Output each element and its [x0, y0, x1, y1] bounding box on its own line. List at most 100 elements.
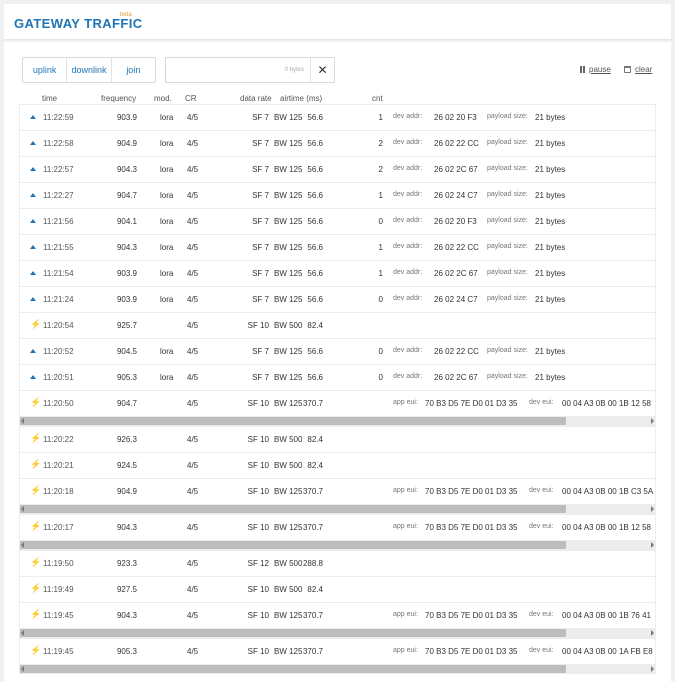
airtime-cell: 82.4 — [307, 321, 323, 330]
spreading-factor-cell: SF 10 — [247, 321, 269, 330]
lightning-bolt-icon: ⚡ — [30, 645, 42, 655]
traffic-row-uplink[interactable]: 11:22:59 903.9 lora 4/5 SF 7 BW 125 56.6 1 dev a… — [19, 104, 656, 130]
scrollbar-thumb[interactable] — [20, 665, 566, 673]
traffic-row-uplink[interactable]: 11:20:51 905.3 lora 4/5 SF 7 BW 125 56.6 0 dev a… — [19, 364, 656, 390]
airtime-cell: 370.7 — [302, 647, 323, 656]
dev-eui-value: 00 04 A3 0B 00 1B 12 58 — [562, 523, 651, 532]
scroll-right-icon[interactable] — [651, 506, 654, 512]
airtime-cell: 56.6 — [307, 295, 323, 304]
frequency-cell: 903.9 — [116, 295, 137, 304]
traffic-row-uplink[interactable]: 11:21:56 904.1 lora 4/5 SF 7 BW 125 56.6 0 dev a… — [19, 208, 656, 234]
scroll-right-icon[interactable] — [651, 542, 654, 548]
horizontal-scrollbar[interactable] — [20, 416, 655, 426]
traffic-filter-group: uplink downlink join — [22, 57, 156, 83]
scroll-right-icon[interactable] — [651, 666, 654, 672]
payload-size-value: 21 bytes — [535, 373, 566, 382]
airtime-cell: 56.6 — [307, 113, 323, 122]
bandwidth-cell: BW 125 — [274, 113, 303, 122]
dev-eui-label: dev eui: — [529, 399, 554, 406]
spreading-factor-cell: SF 10 — [247, 487, 269, 496]
column-header-mod: mod. — [154, 94, 172, 103]
traffic-panel: uplink downlink join 0 bytes ✕ pause cle… — [4, 42, 671, 682]
time-cell: 11:19:45 — [43, 647, 74, 656]
filter-join-button[interactable]: join — [112, 58, 155, 82]
frequency-cell: 905.3 — [116, 373, 137, 382]
scroll-left-icon[interactable] — [21, 542, 24, 548]
traffic-row-join[interactable]: ⚡ 11:19:45 905.3 4/5 SF 10 BW 125 370.7 app eui… — [19, 638, 656, 674]
bandwidth-cell: BW 125 — [274, 269, 303, 278]
traffic-row-uplink[interactable]: 11:22:57 904.3 lora 4/5 SF 7 BW 125 56.6 2 dev a… — [19, 156, 656, 182]
coding-rate-cell: 4/5 — [187, 611, 199, 620]
dev-eui-label: dev eui: — [529, 487, 554, 494]
scroll-left-icon[interactable] — [21, 506, 24, 512]
clear-search-icon[interactable]: ✕ — [310, 58, 334, 82]
bandwidth-cell: BW 125 — [274, 523, 303, 532]
time-cell: 11:20:21 — [43, 461, 74, 470]
horizontal-scrollbar[interactable] — [20, 540, 655, 550]
count-cell: 0 — [378, 373, 383, 382]
uplink-arrow-icon — [30, 113, 36, 119]
page-header: GATEWAY TRAFFIC beta — [4, 4, 671, 40]
traffic-row-uplink[interactable]: 11:22:27 904.7 lora 4/5 SF 7 BW 125 56.6 1 dev a… — [19, 182, 656, 208]
app-eui-label: app eui: — [393, 647, 418, 654]
time-cell: 11:21:54 — [43, 269, 74, 278]
traffic-row-downlink[interactable]: ⚡ 11:20:22 926.3 4/5 SF 10 BW 500 82.4 — [19, 426, 656, 452]
spreading-factor-cell: SF 10 — [247, 585, 269, 594]
app-eui-value: 70 B3 D5 7E D0 01 D3 35 — [425, 611, 518, 620]
column-header-cnt: cnt — [372, 94, 383, 103]
horizontal-scrollbar[interactable] — [20, 504, 655, 514]
clear-button[interactable]: clear — [624, 65, 652, 74]
coding-rate-cell: 4/5 — [187, 523, 199, 532]
dev-addr-label: dev addr: — [393, 243, 423, 250]
airtime-cell: 56.6 — [307, 373, 323, 382]
count-cell: 1 — [378, 191, 383, 200]
scroll-left-icon[interactable] — [21, 666, 24, 672]
payload-size-label: payload size: — [487, 373, 528, 380]
traffic-row-join[interactable]: ⚡ 11:20:17 904.3 4/5 SF 10 BW 125 370.7 app eui… — [19, 514, 656, 550]
pause-button[interactable]: pause — [580, 65, 611, 74]
scroll-right-icon[interactable] — [651, 418, 654, 424]
scrollbar-thumb[interactable] — [20, 505, 566, 513]
traffic-row-join[interactable]: ⚡ 11:20:50 904.7 4/5 SF 10 BW 125 370.7 app eui… — [19, 390, 656, 426]
payload-size-value: 21 bytes — [535, 191, 566, 200]
coding-rate-cell: 4/5 — [187, 647, 199, 656]
scroll-right-icon[interactable] — [651, 630, 654, 636]
traffic-row-downlink[interactable]: ⚡ 11:19:49 927.5 4/5 SF 10 BW 500 82.4 — [19, 576, 656, 602]
horizontal-scrollbar[interactable] — [20, 664, 655, 674]
scrollbar-thumb[interactable] — [20, 541, 566, 549]
frequency-cell: 905.3 — [116, 647, 137, 656]
dev-addr-value: 26 02 2C 67 — [434, 373, 478, 382]
frequency-cell: 904.9 — [116, 139, 137, 148]
coding-rate-cell: 4/5 — [187, 165, 199, 174]
spreading-factor-cell: SF 10 — [247, 611, 269, 620]
spreading-factor-cell: SF 10 — [247, 523, 269, 532]
traffic-row-uplink[interactable]: 11:22:58 904.9 lora 4/5 SF 7 BW 125 56.6 2 dev a… — [19, 130, 656, 156]
time-cell: 11:20:17 — [43, 523, 74, 532]
traffic-row-uplink[interactable]: 11:21:24 903.9 lora 4/5 SF 7 BW 125 56.6 0 dev a… — [19, 286, 656, 312]
scroll-left-icon[interactable] — [21, 418, 24, 424]
traffic-row-downlink[interactable]: ⚡ 11:20:21 924.5 4/5 SF 10 BW 500 82.4 — [19, 452, 656, 478]
filter-downlink-button[interactable]: downlink — [67, 58, 112, 82]
payload-size-value: 21 bytes — [535, 295, 566, 304]
filter-uplink-button[interactable]: uplink — [23, 58, 68, 82]
spreading-factor-cell: SF 7 — [252, 243, 269, 252]
traffic-row-uplink[interactable]: 11:21:55 904.3 lora 4/5 SF 7 BW 125 56.6 1 dev a… — [19, 234, 656, 260]
time-cell: 11:19:49 — [43, 585, 74, 594]
dev-addr-label: dev addr: — [393, 217, 423, 224]
scrollbar-thumb[interactable] — [20, 417, 566, 425]
frequency-cell: 927.5 — [116, 585, 137, 594]
scroll-left-icon[interactable] — [21, 630, 24, 636]
traffic-row-join[interactable]: ⚡ 11:20:18 904.9 4/5 SF 10 BW 125 370.7 app eui… — [19, 478, 656, 514]
traffic-row-join[interactable]: ⚡ 11:19:45 904.3 4/5 SF 10 BW 125 370.7 app eui… — [19, 602, 656, 638]
horizontal-scrollbar[interactable] — [20, 628, 655, 638]
traffic-row-downlink[interactable]: ⚡ 11:20:54 925.7 4/5 SF 10 BW 500 82.4 — [19, 312, 656, 338]
scrollbar-thumb[interactable] — [20, 629, 566, 637]
traffic-row-uplink[interactable]: 11:20:52 904.5 lora 4/5 SF 7 BW 125 56.6 0 dev a… — [19, 338, 656, 364]
traffic-row-downlink[interactable]: ⚡ 11:19:50 923.3 4/5 SF 12 BW 500 288.8 — [19, 550, 656, 576]
traffic-row-uplink[interactable]: 11:21:54 903.9 lora 4/5 SF 7 BW 125 56.6 1 dev a… — [19, 260, 656, 286]
app-eui-label: app eui: — [393, 611, 418, 618]
frequency-cell: 924.5 — [116, 461, 137, 470]
frequency-cell: 926.3 — [116, 435, 137, 444]
modulation-cell: lora — [160, 217, 174, 226]
coding-rate-cell: 4/5 — [187, 113, 199, 122]
